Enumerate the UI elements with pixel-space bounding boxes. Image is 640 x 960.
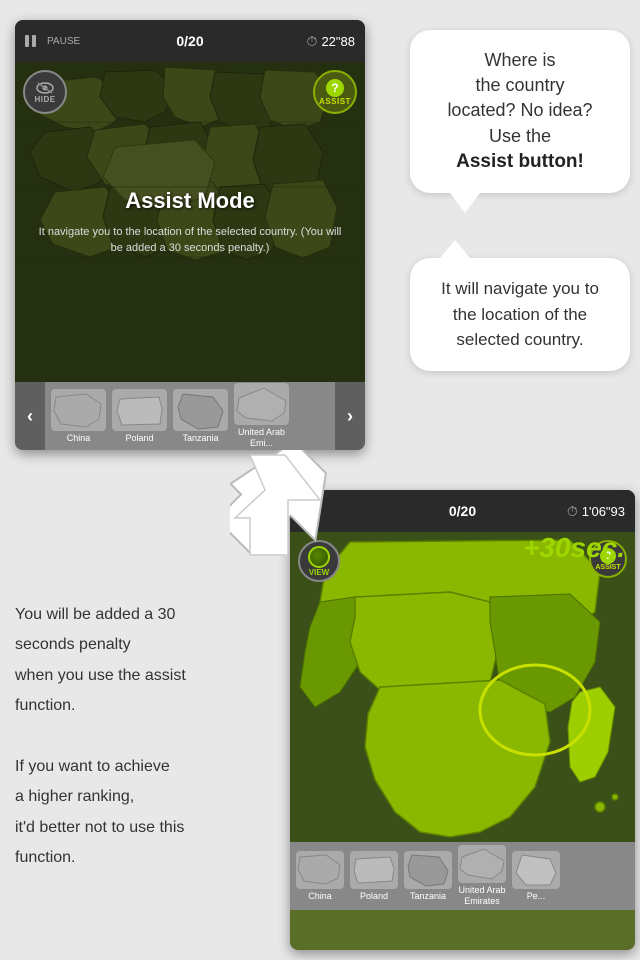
thumb-shape-china <box>51 389 106 431</box>
top-timer: ⏱ 22"88 <box>307 33 355 50</box>
bottom-game-screen: 0/20 ⏱ 1'06"93 +30sec. <box>290 490 635 950</box>
thumbnails-bar-top: ‹ China Poland <box>15 382 365 450</box>
thumb-arrow-right[interactable]: › <box>335 382 365 450</box>
assist-button[interactable]: ? ASSIST <box>313 70 357 114</box>
thumb-bottom-label-tanzania: Tanzania <box>410 891 446 902</box>
eye-icon <box>36 81 54 95</box>
thumbnail-tanzania[interactable]: Tanzania <box>173 389 228 444</box>
bottom-timer: ⏱ 1'06"93 <box>567 503 625 520</box>
thumbnails-list-bottom: China Poland Tanzania <box>290 841 635 911</box>
top-score: 0/20 <box>176 33 203 49</box>
hide-button[interactable]: HIDE <box>23 70 67 114</box>
thumbnail-bottom-peru[interactable]: Pe... <box>512 851 560 902</box>
thumb-bottom-label-uae: United Arab Emirates <box>458 885 506 907</box>
bottom-clock-icon: ⏱ <box>567 503 578 520</box>
thumb-label-uae: United Arab Emi... <box>237 427 287 449</box>
thumb-bottom-label-china: China <box>308 891 332 902</box>
africa-map-svg <box>290 532 635 842</box>
left-arrow-icon: ‹ <box>27 406 33 427</box>
thumb-bottom-shape-tanzania <box>404 851 452 889</box>
thumbnail-poland[interactable]: Poland <box>112 389 167 444</box>
bottom-game-header: 0/20 ⏱ 1'06"93 <box>290 490 635 532</box>
assist-icon: ? <box>326 79 344 97</box>
instruction-line-1: You will be added a 30 seconds penalty w… <box>15 600 270 722</box>
thumbnail-china[interactable]: China <box>51 389 106 444</box>
thumb-shape-poland <box>112 389 167 431</box>
instruction-line-2: If you want to achieve a higher ranking,… <box>15 752 270 874</box>
thumbnail-bottom-china[interactable]: China <box>296 851 344 902</box>
bottom-score: 0/20 <box>449 503 476 519</box>
assist-mode-desc: It navigate you to the location of the s… <box>15 224 365 257</box>
thumb-bottom-label-poland: Poland <box>360 891 388 902</box>
assist-overlay: Assist Mode It navigate you to the locat… <box>15 62 365 382</box>
thumb-bottom-shape-china <box>296 851 344 889</box>
pause-icon <box>25 33 41 49</box>
assist-label-bottom: ASSIST <box>595 564 620 571</box>
top-map-area: Assist Mode It navigate you to the locat… <box>15 62 365 382</box>
thumb-shape-tanzania <box>173 389 228 431</box>
thumb-label-tanzania: Tanzania <box>182 433 218 444</box>
thumb-label-china: China <box>67 433 91 444</box>
bubble1-text: Where is the country located? No idea? U… <box>430 50 610 175</box>
thumb-bottom-label-peru: Pe... <box>527 891 546 902</box>
thumbnail-bottom-tanzania[interactable]: Tanzania <box>404 851 452 902</box>
thumbnails-list-top: China Poland Tanzania <box>45 378 335 450</box>
thumb-bottom-shape-poland <box>350 851 398 889</box>
speech-bubble-1: Where is the country located? No idea? U… <box>410 30 630 193</box>
speech-bubble-2: It will navigate you to the location of … <box>410 258 630 371</box>
hide-label: HIDE <box>34 95 55 104</box>
thumbnail-bottom-uae[interactable]: United Arab Emirates <box>458 845 506 907</box>
top-game-screen: PAUSE 0/20 ⏱ 22"88 <box>15 20 365 450</box>
top-game-header: PAUSE 0/20 ⏱ 22"88 <box>15 20 365 62</box>
pause-label: PAUSE <box>47 36 80 47</box>
penalty-display: +30sec. <box>290 532 635 564</box>
thumb-bottom-shape-uae <box>458 845 506 883</box>
thumbnail-bottom-poland[interactable]: Poland <box>350 851 398 902</box>
assist-mode-title: Assist Mode <box>125 188 255 214</box>
thumbnails-bar-bottom: China Poland Tanzania <box>290 842 635 910</box>
clock-icon: ⏱ <box>307 33 318 50</box>
left-instructions: You will be added a 30 seconds penalty w… <box>15 600 270 874</box>
view-label: VIEW <box>309 568 329 577</box>
thumb-label-poland: Poland <box>125 433 153 444</box>
pause-button[interactable]: PAUSE <box>25 33 80 49</box>
right-arrow-icon: › <box>347 406 353 427</box>
thumb-bottom-shape-peru <box>512 851 560 889</box>
thumb-shape-uae <box>234 383 289 425</box>
thumbnail-uae[interactable]: United Arab Emi... <box>234 383 289 449</box>
thumb-arrow-left[interactable]: ‹ <box>15 382 45 450</box>
arrow-svg <box>230 450 330 560</box>
big-arrow <box>230 450 330 560</box>
bubble2-text: It will navigate you to the location of … <box>441 279 599 349</box>
bottom-map-area: VIEW ? ASSIST <box>290 532 635 842</box>
assist-btn-label: ASSIST <box>319 97 351 106</box>
assist-button-label: Assist button! <box>430 149 610 176</box>
